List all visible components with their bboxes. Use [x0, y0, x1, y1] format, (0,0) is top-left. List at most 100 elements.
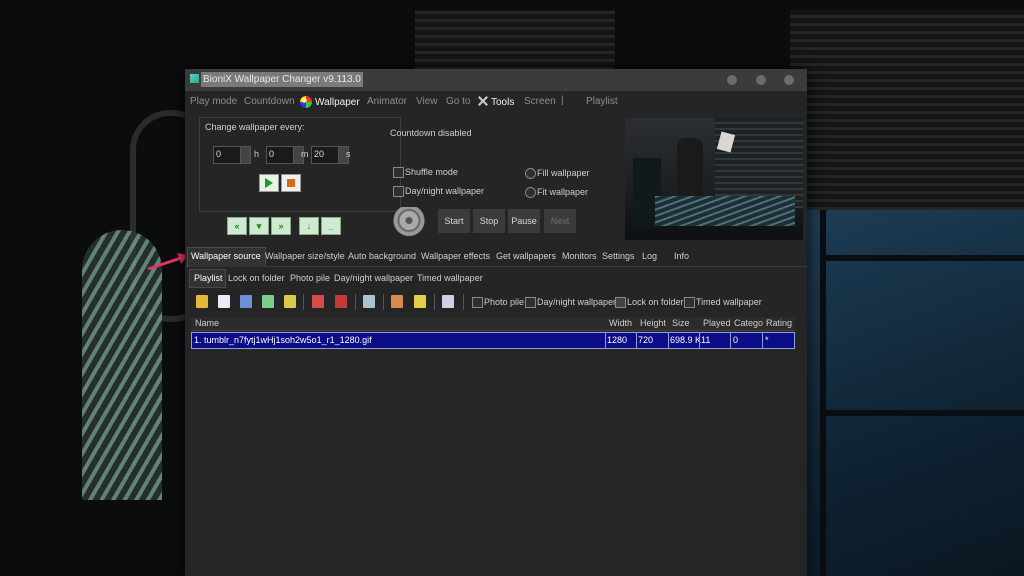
photo-pile-label: Photo pile — [484, 297, 525, 307]
column-height[interactable]: Height — [640, 318, 666, 328]
menu-wallpaper[interactable]: Wallpaper — [300, 96, 360, 108]
leaf-icon — [300, 96, 312, 108]
photo-pile-checkbox[interactable] — [472, 297, 483, 308]
shuffle-checkbox[interactable] — [393, 167, 404, 178]
menu-play-mode[interactable]: Play mode — [190, 96, 237, 107]
tab-log[interactable]: Log — [642, 251, 657, 261]
timed-wallpaper-label: Timed wallpaper — [696, 297, 762, 307]
subtab-lock-on-folder[interactable]: Lock on folder — [228, 273, 285, 283]
toolbar-divider — [383, 294, 384, 310]
timer-play-button[interactable] — [259, 174, 279, 192]
remove-item-icon[interactable] — [312, 295, 324, 308]
menu-screen[interactable]: Screen — [524, 96, 556, 107]
subtab-playlist[interactable]: Playlist — [189, 269, 226, 288]
minimize-button[interactable] — [727, 75, 737, 85]
table-row[interactable]: 1. tumblr_n7fytj1wHj1soh2w5o1_r1_1280.gi… — [191, 332, 795, 349]
tab-auto-background[interactable]: Auto background — [348, 251, 416, 261]
fill-label: Fill wallpaper — [537, 168, 590, 178]
countdown-status: Countdown disabled — [390, 128, 472, 138]
menu-view[interactable]: View — [416, 96, 438, 107]
menu-goto[interactable]: Go to — [446, 96, 470, 107]
window-blinds — [415, 10, 615, 70]
sort-icon[interactable] — [391, 295, 403, 308]
column-rating[interactable]: Rating — [766, 318, 792, 328]
stop-icon — [287, 179, 295, 187]
minutes-value: 0 — [269, 149, 275, 159]
move-down-button[interactable]: ↓ — [299, 217, 319, 235]
cell-width: 1280 — [607, 335, 628, 345]
recycle-icon[interactable] — [363, 295, 375, 308]
playlist-table: Name Width Height Size Played Catego Rat… — [191, 317, 795, 576]
next-button[interactable]: Next — [544, 209, 576, 233]
wallpaper-preview — [625, 118, 803, 240]
night-window — [800, 210, 1024, 576]
minutes-unit: m — [301, 149, 309, 159]
toolbar-divider — [355, 294, 356, 310]
hours-spinner[interactable]: 0 — [213, 146, 251, 164]
close-button[interactable] — [784, 75, 794, 85]
lock-folder-checkbox[interactable] — [615, 297, 626, 308]
save-icon[interactable] — [240, 295, 252, 308]
clear-list-icon[interactable] — [335, 295, 347, 308]
main-tabs: Wallpaper source Wallpaper size/style Au… — [185, 245, 807, 267]
tools-icon — [478, 96, 488, 106]
menu-playlist[interactable]: Playlist — [586, 96, 618, 107]
menu-countdown[interactable]: Countdown — [244, 96, 295, 107]
pointer-arrow-icon — [147, 253, 188, 270]
first-wallpaper-button[interactable]: « — [227, 217, 247, 235]
add-folder-icon[interactable] — [284, 295, 296, 308]
playlist-toolbar: Photo pile Day/night wallpaper Lock on f… — [185, 291, 807, 313]
seconds-spinner[interactable]: 20 — [311, 146, 349, 164]
column-category[interactable]: Catego — [734, 318, 763, 328]
timed-wallpaper-checkbox[interactable] — [684, 297, 695, 308]
column-width[interactable]: Width — [609, 318, 632, 328]
menu-animator[interactable]: Animator — [367, 96, 407, 107]
tab-wallpaper-size-style[interactable]: Wallpaper size/style — [265, 251, 345, 261]
minutes-spinner[interactable]: 0 — [266, 146, 304, 164]
new-file-icon[interactable] — [218, 295, 230, 308]
timer-stop-button[interactable] — [281, 174, 301, 192]
tab-info[interactable]: Info — [674, 251, 689, 261]
cell-name: 1. tumblr_n7fytj1wHj1soh2w5o1_r1_1280.gi… — [194, 335, 372, 345]
table-header: Name Width Height Size Played Catego Rat… — [191, 317, 795, 331]
daynight-wallpaper-label: Day/night wallpaper — [537, 297, 617, 307]
start-button[interactable]: Start — [438, 209, 470, 233]
open-folder-icon[interactable] — [196, 295, 208, 308]
dropdown-nav-button[interactable]: ▾ — [249, 217, 269, 235]
tab-get-wallpapers[interactable]: Get wallpapers — [496, 251, 556, 261]
menu-tools[interactable]: Tools — [478, 96, 514, 108]
daynight-checkbox[interactable] — [393, 186, 404, 197]
seconds-value: 20 — [314, 149, 325, 159]
toolbar-divider — [303, 294, 304, 310]
column-size[interactable]: Size — [672, 318, 690, 328]
fit-radio[interactable] — [525, 187, 536, 198]
hours-unit: h — [254, 149, 260, 159]
subtab-timed-wallpaper[interactable]: Timed wallpaper — [417, 273, 483, 283]
daynight-wallpaper-checkbox[interactable] — [525, 297, 536, 308]
app-icon — [190, 74, 199, 83]
tab-wallpaper-source[interactable]: Wallpaper source — [187, 247, 266, 267]
stop-button[interactable]: Stop — [473, 209, 505, 233]
fit-label: Fit wallpaper — [537, 187, 589, 197]
add-file-icon[interactable] — [262, 295, 274, 308]
subtab-day-night[interactable]: Day/night wallpaper — [334, 273, 413, 283]
pause-button[interactable]: Pause — [508, 209, 540, 233]
gears-icon — [380, 207, 438, 237]
cell-played: 11 — [701, 335, 711, 345]
lock-folder-label: Lock on folder — [627, 297, 684, 307]
tab-monitors[interactable]: Monitors — [562, 251, 597, 261]
seconds-unit: s — [346, 149, 351, 159]
maximize-button[interactable] — [756, 75, 766, 85]
cell-category: 0 — [733, 335, 739, 345]
subtab-photo-pile[interactable]: Photo pile — [290, 273, 330, 283]
column-played[interactable]: Played — [703, 318, 731, 328]
fill-radio[interactable] — [525, 168, 536, 179]
properties-icon[interactable] — [442, 295, 454, 308]
column-name[interactable]: Name — [195, 318, 219, 328]
tab-settings[interactable]: Settings — [602, 251, 635, 261]
last-wallpaper-button[interactable]: » — [271, 217, 291, 235]
window-blinds — [790, 10, 1024, 210]
minimize-tray-button[interactable]: _ — [321, 217, 341, 235]
notes-icon[interactable] — [414, 295, 426, 308]
tab-wallpaper-effects[interactable]: Wallpaper effects — [421, 251, 490, 261]
